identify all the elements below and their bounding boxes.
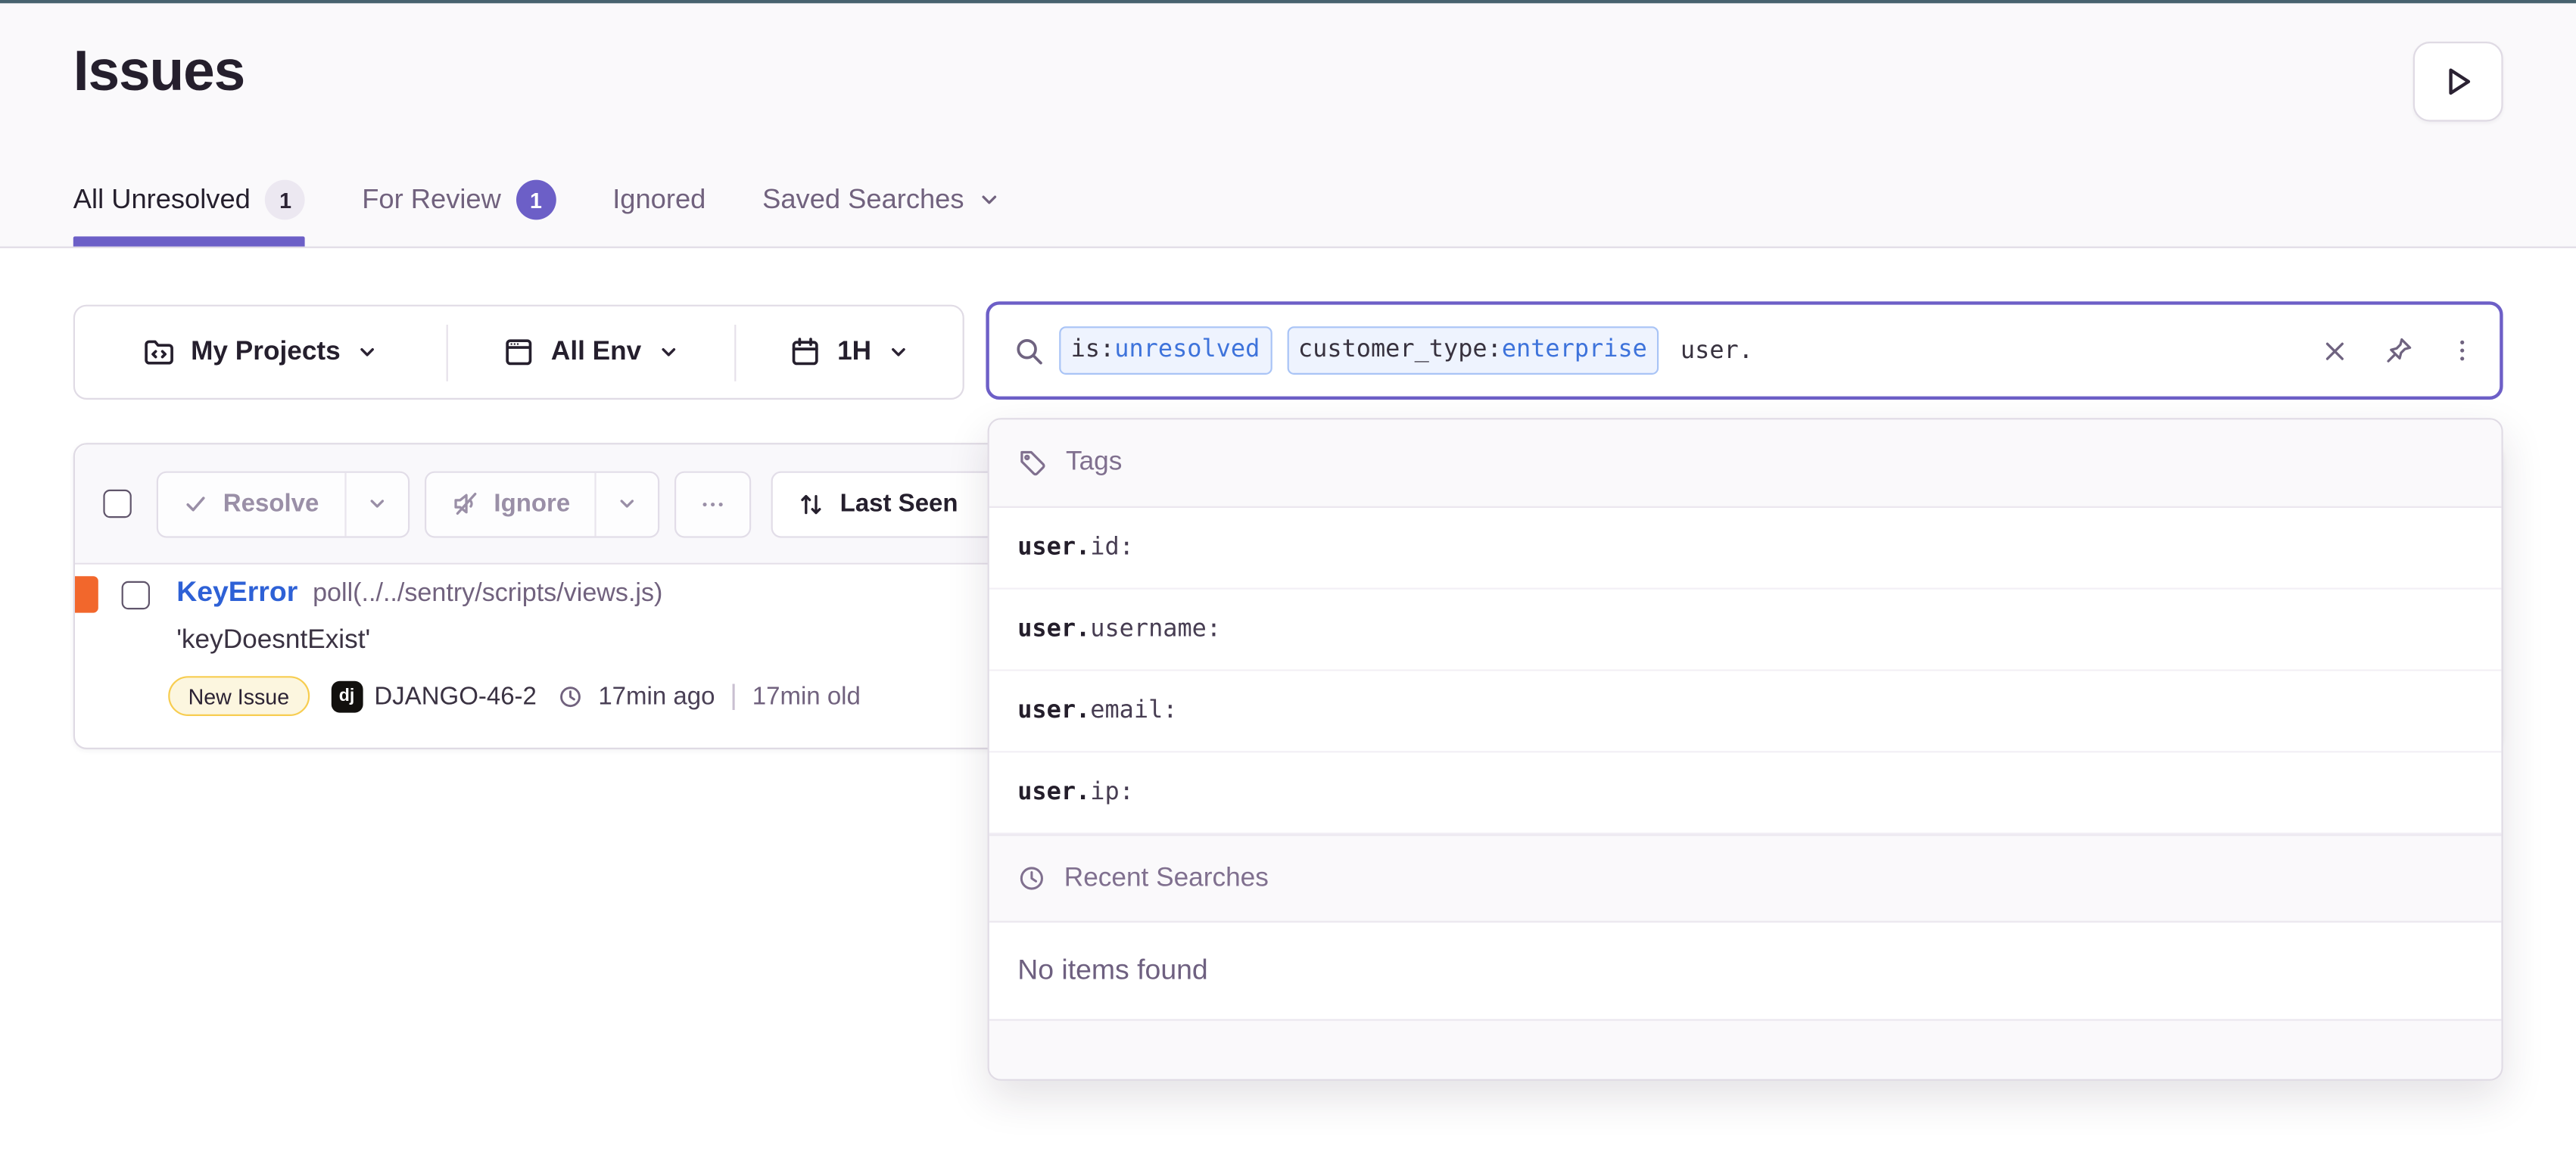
suggestion-rest: username: xyxy=(1090,616,1221,643)
search-typed-text: user. xyxy=(1680,338,1753,364)
tag-suggestion-user-ip[interactable]: user.ip: xyxy=(989,752,2502,834)
tab-for-review[interactable]: For Review 1 xyxy=(362,180,556,247)
tag-suggestion-user-id[interactable]: user.id: xyxy=(989,508,2502,590)
tag-suggestion-user-username[interactable]: user.username: xyxy=(989,590,2502,671)
search-icon xyxy=(1014,335,1045,366)
tags-section-title: Tags xyxy=(1066,448,1122,478)
error-level-indicator xyxy=(75,576,98,612)
resolve-label: Resolve xyxy=(223,490,319,518)
suggestion-match: user. xyxy=(1017,616,1090,643)
token-key: customer_type: xyxy=(1298,335,1502,366)
recent-searches-empty-state: No items found xyxy=(989,923,2502,1020)
mute-icon xyxy=(450,490,478,518)
clear-search-icon[interactable] xyxy=(2322,338,2348,364)
issue-culprit: poll(../../sentry/scripts/views.js) xyxy=(313,580,662,610)
projects-icon xyxy=(142,336,174,368)
ignore-button[interactable]: Ignore xyxy=(425,472,595,536)
select-all-checkbox[interactable] xyxy=(103,490,131,518)
chevron-down-icon xyxy=(977,188,1001,212)
token-value: enterprise xyxy=(1502,335,1647,366)
time-range-label: 1H xyxy=(837,338,871,368)
resolve-button[interactable]: Resolve xyxy=(158,472,344,536)
issue-search-input[interactable]: is:unresolved customer_type:enterprise u… xyxy=(986,301,2503,400)
tab-count-badge: 1 xyxy=(516,180,556,220)
time-separator: | xyxy=(730,680,737,713)
issue-age: 17min old xyxy=(752,682,861,710)
recent-searches-section-header: Recent Searches xyxy=(989,834,2502,923)
tab-label: Ignored xyxy=(612,184,706,216)
ignore-dropdown-caret[interactable] xyxy=(595,472,659,536)
suggestion-match: user. xyxy=(1017,698,1090,724)
issue-times: 17min ago | 17min old xyxy=(559,680,861,713)
pin-search-icon[interactable] xyxy=(2384,336,2412,364)
page-title: Issues xyxy=(73,40,245,105)
project-slug: DJANGO-46-2 xyxy=(374,682,537,710)
search-actions xyxy=(2322,336,2475,364)
dropdown-footer xyxy=(989,1019,2502,1079)
suggestion-rest: id: xyxy=(1090,534,1134,561)
clock-icon xyxy=(1017,864,1045,892)
token-key: is: xyxy=(1071,335,1115,366)
tab-saved-searches[interactable]: Saved Searches xyxy=(762,180,1001,247)
issues-page: Issues All Unresolved 1 For Review 1 Ign… xyxy=(0,0,2576,1152)
tags-section-header: Tags xyxy=(989,419,2502,508)
sort-arrows-icon xyxy=(799,490,825,517)
environment-filter-label: All Env xyxy=(551,338,641,368)
tab-label: For Review xyxy=(362,184,501,216)
suggestion-match: user. xyxy=(1017,534,1090,561)
page-header: Issues All Unresolved 1 For Review 1 Ign… xyxy=(0,3,2576,248)
tab-ignored[interactable]: Ignored xyxy=(612,180,706,247)
chevron-down-icon xyxy=(658,341,680,363)
issue-title-link[interactable]: KeyError xyxy=(176,576,297,609)
issue-meta-line: New Issue dj DJANGO-46-2 17min ago | 17m… xyxy=(168,676,861,716)
project-filter-dropdown[interactable]: My Projects xyxy=(75,307,447,398)
ignore-split-button: Ignore xyxy=(424,471,660,537)
clock-icon xyxy=(559,683,584,708)
project-link[interactable]: dj DJANGO-46-2 xyxy=(331,680,537,712)
chevron-down-icon xyxy=(357,341,379,363)
suggestion-match: user. xyxy=(1017,780,1090,806)
issue-title-line: KeyError poll(../../sentry/scripts/views… xyxy=(176,576,662,609)
suggestion-rest: ip: xyxy=(1090,780,1134,806)
search-options-kebab-icon[interactable] xyxy=(2450,338,2475,363)
recent-searches-title: Recent Searches xyxy=(1064,864,1269,894)
issue-tabs: All Unresolved 1 For Review 1 Ignored Sa… xyxy=(73,180,1001,247)
tab-label: All Unresolved xyxy=(73,184,251,216)
ellipsis-icon xyxy=(700,490,727,517)
checkmark-icon xyxy=(183,491,208,516)
issue-message: 'keyDoesntExist' xyxy=(176,626,370,656)
play-icon xyxy=(2441,65,2475,98)
token-value: unresolved xyxy=(1114,335,1260,366)
new-issue-badge: New Issue xyxy=(168,676,309,716)
sort-by-button[interactable]: Last Seen xyxy=(771,471,1021,537)
resolve-dropdown-caret[interactable] xyxy=(344,472,407,536)
search-autocomplete-dropdown: Tags user.id: user.username: user.email:… xyxy=(988,418,2503,1081)
time-range-filter-dropdown[interactable]: 1H xyxy=(736,307,962,398)
search-token-is-unresolved[interactable]: is:unresolved xyxy=(1059,327,1272,374)
project-filter-label: My Projects xyxy=(191,338,341,368)
calendar-icon xyxy=(789,336,821,368)
page-filter-bar: My Projects All Env xyxy=(73,305,964,400)
django-icon: dj xyxy=(331,680,363,712)
suggestion-rest: email: xyxy=(1090,698,1177,724)
issue-checkbox[interactable] xyxy=(122,581,150,609)
last-seen-time: 17min ago xyxy=(598,682,715,710)
active-tab-underline xyxy=(73,236,306,246)
more-actions-button[interactable] xyxy=(675,471,752,537)
sort-by-label: Last Seen xyxy=(840,490,958,518)
ignore-label: Ignore xyxy=(494,490,570,518)
tab-label: Saved Searches xyxy=(762,184,964,216)
chevron-down-icon xyxy=(888,341,910,363)
tab-all-unresolved[interactable]: All Unresolved 1 xyxy=(73,180,306,247)
tag-suggestion-user-email[interactable]: user.email: xyxy=(989,671,2502,753)
environment-filter-dropdown[interactable]: All Env xyxy=(448,307,734,398)
replay-tour-button[interactable] xyxy=(2413,42,2503,122)
resolve-split-button: Resolve xyxy=(157,471,409,537)
tag-icon xyxy=(1017,448,1048,478)
tab-count-badge: 1 xyxy=(266,180,306,220)
environment-icon xyxy=(503,336,534,368)
search-token-customer-type[interactable]: customer_type:enterprise xyxy=(1287,327,1659,374)
